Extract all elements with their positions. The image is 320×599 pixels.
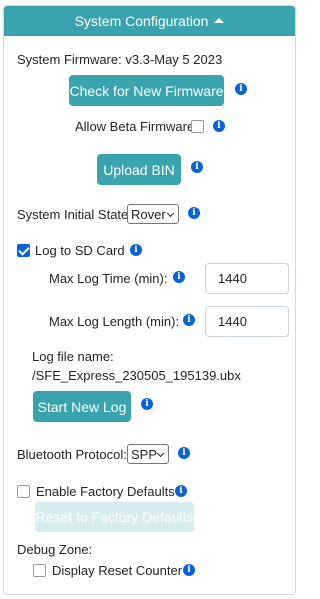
log-to-sd-info-icon[interactable]: i — [130, 244, 142, 256]
chevron-down-icon — [166, 209, 175, 218]
upload-bin-button[interactable]: Upload BIN — [97, 154, 181, 185]
log-to-sd-label: Log to SD Card — [35, 243, 125, 258]
debug-zone-label: Debug Zone: — [17, 542, 93, 557]
initial-state-select[interactable]: Rover — [127, 204, 179, 224]
check-firmware-button[interactable]: Check for New Firmware — [69, 75, 224, 106]
allow-beta-label: Allow Beta Firmware — [75, 119, 195, 134]
bluetooth-protocol-info-icon[interactable]: i — [178, 447, 190, 459]
enable-factory-defaults-info-icon[interactable]: i — [175, 485, 187, 497]
allow-beta-checkbox[interactable] — [191, 120, 204, 133]
max-log-time-input[interactable]: 1440 — [205, 263, 289, 294]
display-reset-counter-info-icon[interactable]: i — [183, 564, 195, 576]
max-log-time-info-icon[interactable]: i — [173, 271, 185, 283]
log-file-name-value: /SFE_Express_230505_195139.ubx — [32, 368, 241, 383]
system-configuration-panel: System Configuration System Firmware: v3… — [3, 5, 296, 595]
log-to-sd-checkbox[interactable] — [17, 244, 30, 257]
caret-up-icon — [214, 17, 225, 23]
max-log-length-label: Max Log Length (min): — [49, 314, 180, 329]
max-log-length-input[interactable]: 1440 — [205, 306, 289, 337]
enable-factory-defaults-checkbox[interactable] — [17, 485, 30, 498]
reset-factory-defaults-button[interactable]: Reset to Factory Defaults — [35, 502, 194, 532]
system-configuration-header[interactable]: System Configuration — [4, 6, 295, 36]
initial-state-label: System Initial State: — [17, 207, 132, 222]
display-reset-counter-checkbox[interactable] — [33, 564, 46, 577]
bluetooth-protocol-select[interactable]: SPP — [127, 444, 169, 464]
initial-state-value: Rover — [131, 206, 166, 222]
header-title: System Configuration — [74, 13, 209, 29]
check-firmware-info-icon[interactable]: i — [235, 83, 247, 95]
max-log-time-label: Max Log Time (min): — [49, 271, 168, 286]
start-new-log-button[interactable]: Start New Log — [33, 391, 131, 422]
bluetooth-protocol-value: SPP — [131, 446, 158, 462]
bluetooth-protocol-label: Bluetooth Protocol: — [17, 447, 127, 462]
allow-beta-info-icon[interactable]: i — [213, 120, 225, 132]
log-file-name-label: Log file name: — [32, 349, 114, 364]
chevron-down-icon — [156, 449, 165, 458]
start-new-log-info-icon[interactable]: i — [141, 398, 153, 410]
system-firmware-label: System Firmware: v3.3-May 5 2023 — [17, 52, 223, 67]
upload-bin-info-icon[interactable]: i — [191, 161, 203, 173]
display-reset-counter-label: Display Reset Counter — [52, 563, 183, 578]
enable-factory-defaults-label: Enable Factory Defaults — [36, 484, 175, 499]
initial-state-info-icon[interactable]: i — [188, 207, 200, 219]
max-log-length-info-icon[interactable]: i — [183, 314, 195, 326]
